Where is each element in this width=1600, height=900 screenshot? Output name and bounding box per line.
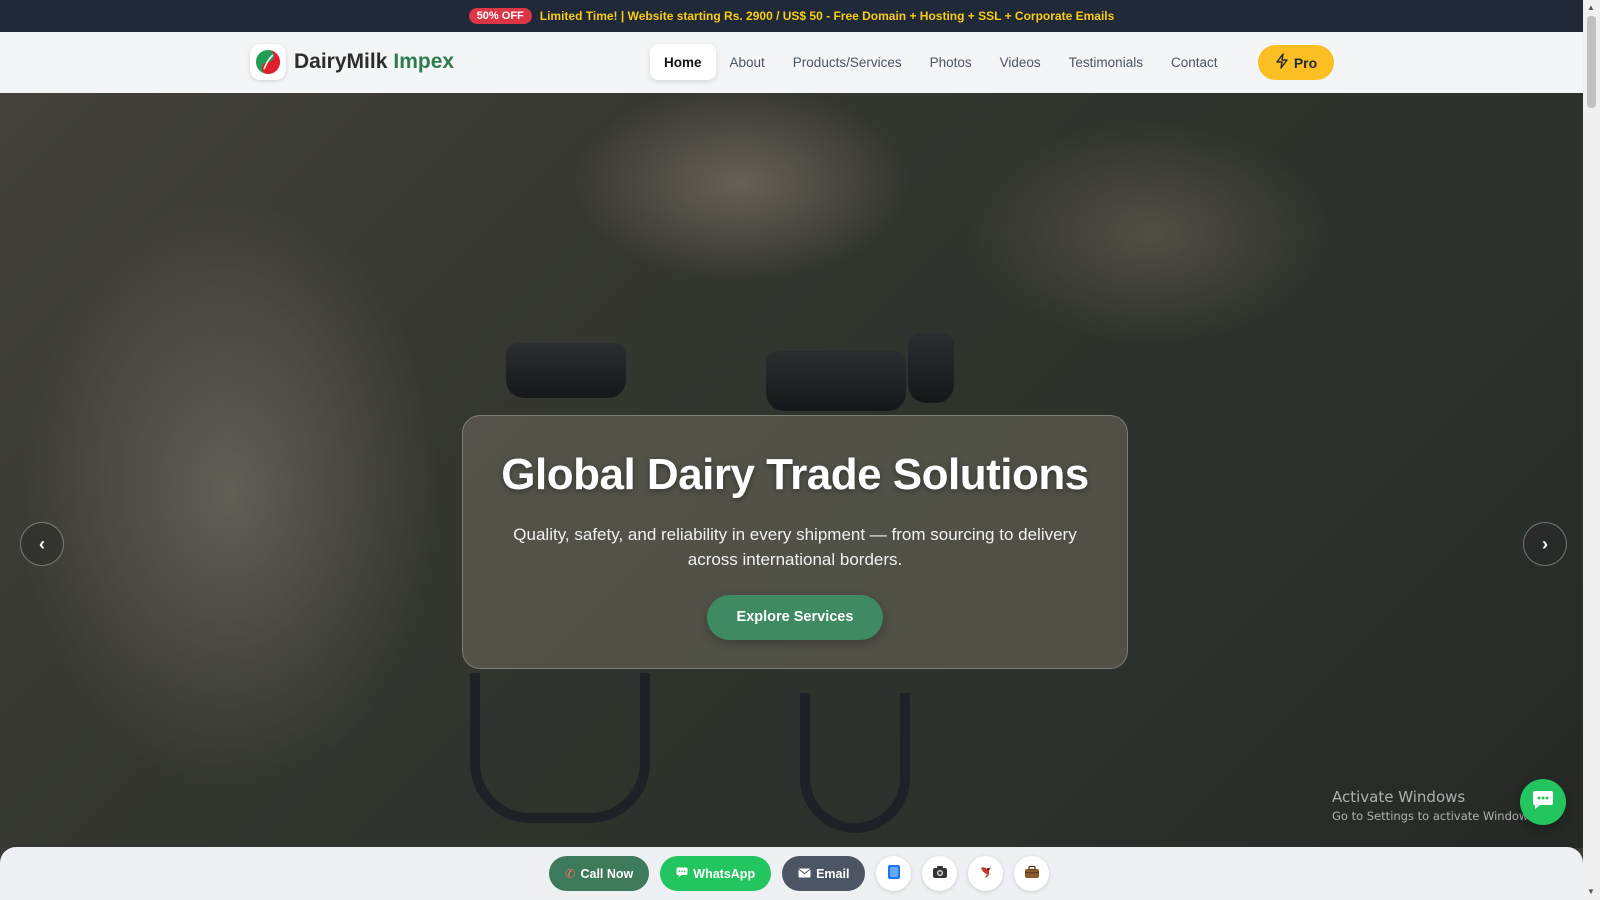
facebook-button[interactable] (876, 856, 912, 891)
whatsapp-label: WhatsApp (693, 866, 756, 881)
watermark-subtitle: Go to Settings to activate Windows. (1332, 809, 1538, 823)
page-scrollbar[interactable]: ▲ ▼ (1583, 0, 1600, 900)
windows-activation-watermark: Activate Windows Go to Settings to activ… (1332, 788, 1538, 823)
linkedin-button[interactable] (1014, 856, 1050, 891)
brand-name: DairyMilk Impex (294, 50, 454, 74)
nav-photos[interactable]: Photos (916, 44, 986, 80)
hero-bg-shape (766, 351, 906, 411)
email-button[interactable]: Email (782, 856, 866, 891)
nav-contact[interactable]: Contact (1157, 44, 1232, 80)
bottom-action-bar: ✆ Call Now WhatsApp Email (0, 847, 1583, 900)
scroll-thumb[interactable] (1587, 16, 1596, 108)
email-label: Email (816, 866, 850, 881)
explore-services-button[interactable]: Explore Services (706, 595, 884, 640)
nav-home[interactable]: Home (650, 44, 716, 80)
promo-bar: 50% OFF Limited Time! | Website starting… (0, 0, 1583, 32)
whatsapp-button[interactable]: WhatsApp (660, 856, 772, 891)
twitter-button[interactable] (968, 856, 1004, 891)
main-nav: Home About Products/Services Photos Vide… (650, 44, 1231, 80)
carousel-next-button[interactable]: › (1523, 522, 1567, 566)
nav-products-services[interactable]: Products/Services (779, 44, 916, 80)
call-now-button[interactable]: ✆ Call Now (549, 856, 650, 891)
instagram-icon (932, 865, 948, 883)
lightning-icon (1275, 53, 1289, 72)
brand-logo-icon (250, 44, 286, 80)
facebook-icon (887, 864, 901, 884)
carousel-prev-button[interactable]: ‹ (20, 522, 64, 566)
navbar: DairyMilk Impex Home About Products/Servi… (0, 32, 1583, 94)
briefcase-icon (1024, 865, 1040, 883)
phone-icon: ✆ (565, 867, 576, 881)
hero-bg-shape (800, 693, 910, 833)
discount-badge: 50% OFF (468, 8, 532, 24)
chat-bubble-icon (1531, 789, 1555, 816)
nav-videos[interactable]: Videos (986, 44, 1055, 80)
watermark-title: Activate Windows (1332, 788, 1466, 806)
brand-name-accent: Impex (393, 50, 455, 73)
chat-button[interactable] (1520, 779, 1566, 825)
message-icon (676, 867, 688, 881)
nav-testimonials[interactable]: Testimonials (1055, 44, 1157, 80)
brand-name-primary: DairyMilk (294, 50, 388, 73)
chevron-right-icon: › (1542, 533, 1548, 554)
bottom-action-group: ✆ Call Now WhatsApp Email (549, 856, 1050, 891)
envelope-icon (798, 867, 811, 881)
instagram-button[interactable] (922, 856, 958, 891)
hero-bg-shape (506, 343, 626, 398)
hero-bg-shape (470, 673, 650, 823)
bird-icon (978, 864, 994, 884)
scroll-up-icon[interactable]: ▲ (1587, 3, 1595, 12)
pro-button[interactable]: Pro (1258, 45, 1334, 80)
chevron-left-icon: ‹ (39, 533, 45, 554)
call-now-label: Call Now (580, 866, 634, 881)
scroll-down-icon[interactable]: ▼ (1587, 887, 1595, 896)
pro-label: Pro (1293, 54, 1318, 71)
nav-about[interactable]: About (716, 44, 779, 80)
hero-subtitle: Quality, safety, and reliability in ever… (513, 525, 1077, 569)
hero-title: Global Dairy Trade Solutions (501, 450, 1089, 499)
hero-card: Global Dairy Trade Solutions Quality, sa… (462, 415, 1128, 669)
promo-text[interactable]: Limited Time! | Website starting Rs. 290… (540, 9, 1115, 23)
hero-bg-shape (908, 333, 954, 403)
brand-link[interactable]: DairyMilk Impex (250, 44, 454, 80)
